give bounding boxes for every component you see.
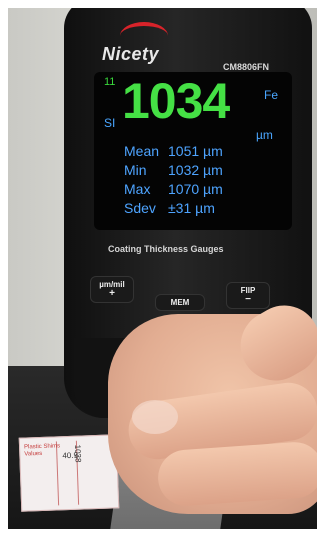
device-caption: Coating Thickness Gauges (108, 244, 224, 254)
stat-value: 1032 µm (168, 162, 223, 178)
stat-row-sdev: Sdev ±31 µm (124, 199, 223, 218)
reading-index: 11 (104, 76, 116, 88)
minus-icon: − (245, 294, 251, 305)
plus-icon: + (109, 288, 115, 299)
brand-logo: Nicety (102, 44, 160, 64)
unit-system: SI (104, 116, 116, 130)
stat-row-min: Min 1032 µm (124, 161, 223, 180)
unit-toggle-button[interactable]: µm/mil + (90, 276, 134, 303)
middle-finger (156, 440, 317, 508)
mem-label: MEM (170, 298, 190, 307)
calibration-card: Plastic Shims Values 40.9 1038 (18, 434, 120, 512)
stat-row-max: Max 1070 µm (124, 180, 223, 199)
main-reading: 1034 (122, 73, 230, 129)
reading-unit: µm (256, 128, 273, 142)
flip-button[interactable]: FlIP − (226, 282, 270, 309)
stat-value: 1070 µm (168, 181, 223, 197)
material-indicator: Fe (264, 88, 279, 102)
card-header: Plastic Shims Values (23, 443, 61, 458)
model-label: CM8806FN (223, 62, 270, 72)
stat-value: ±31 µm (168, 200, 215, 216)
stat-row-mean: Mean 1051 µm (124, 142, 223, 161)
card-value-2: 1038 (73, 444, 83, 463)
stat-value: 1051 µm (168, 143, 223, 159)
fingernail (132, 400, 178, 434)
lcd-screen: 11 SI 1034 Fe µm Mean 1051 µm Min 1032 µ… (94, 72, 292, 230)
stat-label: Min (124, 162, 147, 178)
statistics-panel: Mean 1051 µm Min 1032 µm Max 1070 µm Sde… (124, 142, 223, 218)
stat-label: Max (124, 181, 151, 197)
stat-label: Mean (124, 143, 160, 159)
stat-label: Sdev (124, 200, 156, 216)
photo-frame: Plastic Shims Values 40.9 1038 Nicety CM… (8, 8, 317, 529)
mem-button[interactable]: MEM (155, 294, 205, 311)
